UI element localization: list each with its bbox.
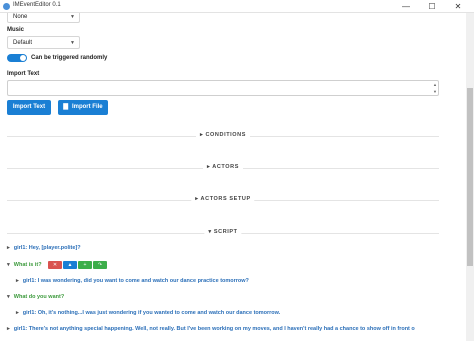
import-text-button-label: Import Text [12, 104, 46, 110]
top-select[interactable]: None ▼ [7, 13, 80, 23]
caret-right-icon[interactable]: ▸ [7, 245, 10, 251]
section-actors-header[interactable]: ▸ ACTORS [202, 164, 244, 170]
script-line[interactable]: ▸ girl1: I was wondering, did you want to… [16, 278, 249, 284]
import-text-label: Import Text [7, 71, 40, 77]
section-script[interactable]: ▾ SCRIPT [7, 229, 439, 238]
section-actors[interactable]: ▸ ACTORS [7, 164, 439, 173]
script-line[interactable]: ▸ girl1: Hey, [player.polite]? [7, 245, 81, 251]
chevron-down-icon: ▼ [70, 14, 75, 20]
top-select-value: None [13, 14, 28, 20]
app-icon [3, 3, 10, 10]
script-choice[interactable]: ▾ What do you want? [7, 294, 64, 300]
section-actors-setup-header[interactable]: ▸ ACTORS SETUP [191, 196, 255, 202]
section-actors-setup[interactable]: ▸ ACTORS SETUP [7, 196, 439, 205]
caret-right-icon[interactable]: ▸ [16, 310, 19, 316]
window-title: IMEventEditor 0.1 [13, 2, 61, 8]
script-line[interactable]: ▸ girl1: Oh, it's nothing...I was just wo… [16, 310, 280, 316]
import-text-field[interactable]: ▲ ▼ [7, 80, 439, 96]
section-script-header[interactable]: ▾ SCRIPT [204, 229, 242, 235]
chevron-down-icon: ▼ [70, 40, 75, 46]
vertical-scrollbar[interactable] [466, 13, 474, 341]
move-up-button[interactable]: ▲ [63, 261, 77, 269]
editor-content: None ▼ Music Default ▼ Can be triggered … [0, 13, 466, 341]
minimize-button[interactable]: — [394, 0, 418, 13]
script-line[interactable]: ▸ girl1: There's not anything special hap… [7, 326, 415, 332]
caret-right-icon[interactable]: ▸ [7, 326, 10, 332]
caret-down-icon[interactable]: ▾ [7, 294, 10, 300]
import-text-button[interactable]: Import Text [7, 100, 51, 115]
music-select[interactable]: Default ▼ [7, 36, 80, 49]
title-bar: IMEventEditor 0.1 — ☐ ✕ [0, 0, 474, 13]
section-conditions[interactable]: ▸ CONDITIONS [7, 132, 439, 141]
textarea-spinner-icon[interactable]: ▲ ▼ [433, 81, 437, 95]
toggle-knob [20, 55, 26, 61]
music-label: Music [7, 27, 25, 33]
random-toggle[interactable] [7, 54, 27, 62]
scrollbar-thumb[interactable] [467, 88, 473, 266]
add-line-button[interactable]: + [78, 261, 92, 269]
random-toggle-label: Can be triggered randomly [31, 55, 108, 61]
script-choice[interactable]: ▾ What is it? [7, 262, 42, 268]
redirect-button[interactable]: ↷ [93, 261, 107, 269]
import-file-button[interactable]: ▇ Import File [58, 100, 108, 115]
delete-line-button[interactable]: ✕ [48, 261, 62, 269]
section-conditions-header[interactable]: ▸ CONDITIONS [195, 132, 251, 138]
maximize-button[interactable]: ☐ [420, 0, 444, 13]
music-select-value: Default [13, 40, 33, 46]
file-icon: ▇ [63, 104, 68, 110]
import-file-button-label: Import File [71, 104, 103, 110]
close-button[interactable]: ✕ [446, 0, 470, 13]
caret-down-icon[interactable]: ▾ [7, 262, 10, 268]
caret-right-icon[interactable]: ▸ [16, 278, 19, 284]
